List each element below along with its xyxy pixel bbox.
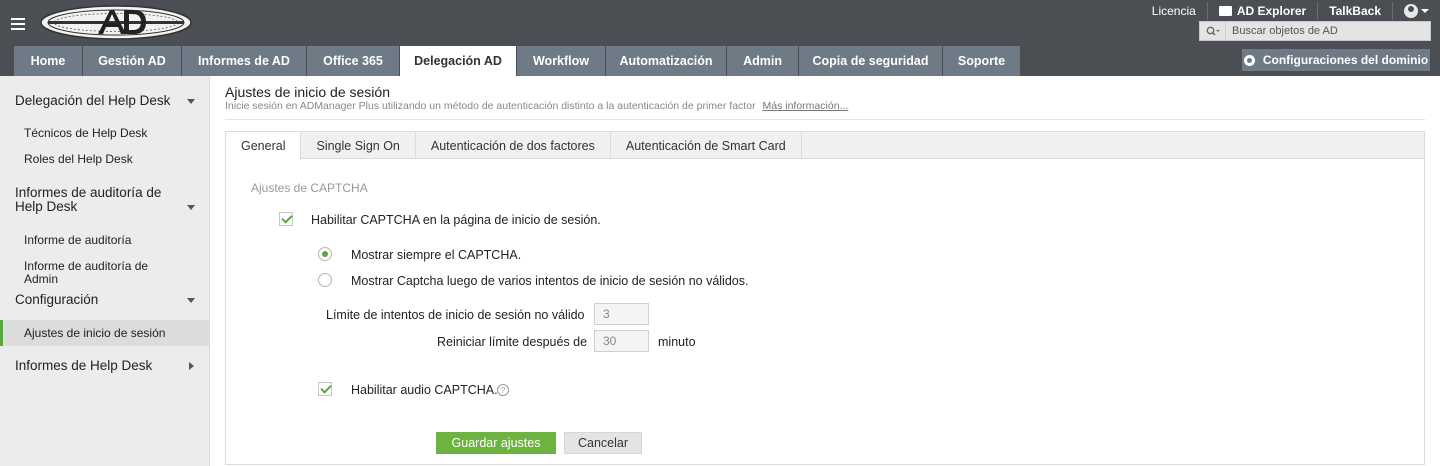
always-captcha-label: Mostrar siempre el CAPTCHA. <box>351 248 522 262</box>
hamburger-menu-icon[interactable] <box>11 18 25 30</box>
talkback-link[interactable]: TalkBack <box>1318 2 1393 20</box>
tab-automatizacion[interactable]: Automatización <box>606 46 726 76</box>
ad-explorer-link[interactable]: AD Explorer <box>1208 2 1319 20</box>
more-info-link[interactable]: Más información... <box>763 100 849 112</box>
save-button[interactable]: Guardar ajustes <box>436 432 556 454</box>
chevron-right-icon[interactable] <box>189 362 194 370</box>
tab-office-365[interactable]: Office 365 <box>307 46 399 76</box>
sidebar-item-roles[interactable]: Roles del Help Desk <box>24 153 194 166</box>
captcha-section-title: Ajustes de CAPTCHA <box>251 181 368 195</box>
tab-copia-seguridad[interactable]: Copia de seguridad <box>799 46 942 76</box>
folder-icon <box>1218 6 1232 16</box>
divider <box>225 119 1425 120</box>
page-title: Ajustes de inicio de sesión <box>225 84 390 100</box>
enable-captcha-checkbox[interactable] <box>279 212 293 226</box>
licencia-link[interactable]: Licencia <box>1141 2 1208 20</box>
sidebar-item-tecnicos[interactable]: Técnicos de Help Desk <box>24 127 194 140</box>
limit-input[interactable]: 3 <box>594 303 649 325</box>
sidebar-section-configuracion[interactable]: Configuración <box>15 293 185 307</box>
tab-informes-ad[interactable]: Informes de AD <box>182 46 306 76</box>
top-links: Licencia AD Explorer TalkBack <box>1141 2 1440 20</box>
search-icon[interactable] <box>1200 22 1226 40</box>
domain-settings-button[interactable]: Configuraciones del dominio <box>1242 49 1430 71</box>
sidebar-item-informe-auditoria[interactable]: Informe de auditoría <box>24 234 194 247</box>
sidebar-section-informes-auditoria[interactable]: Informes de auditoría de Help Desk <box>15 186 185 214</box>
cancel-button[interactable]: Cancelar <box>564 432 642 454</box>
audio-captcha-checkbox[interactable] <box>318 382 332 396</box>
sidebar-item-informe-auditoria-admin[interactable]: Informe de auditoría de Admin <box>24 260 174 286</box>
tab-admin[interactable]: Admin <box>727 46 798 76</box>
user-menu[interactable] <box>1393 2 1440 20</box>
tab-two-factor[interactable]: Autenticación de dos factores <box>416 132 611 159</box>
top-bar: Licencia AD Explorer TalkBack Home Gesti… <box>0 0 1440 76</box>
settings-tabs: General Single Sign On Autenticación de … <box>226 132 1424 160</box>
chevron-down-icon[interactable] <box>187 99 195 104</box>
domain-settings-label: Configuraciones del dominio <box>1262 53 1429 67</box>
help-icon[interactable]: ? <box>497 384 509 396</box>
search-input[interactable] <box>1226 22 1426 40</box>
reset-label: Reiniciar límite después de <box>437 335 588 349</box>
ad-explorer-label: AD Explorer <box>1236 4 1307 18</box>
sidebar-section-delegacion[interactable]: Delegación del Help Desk <box>15 94 185 108</box>
tab-workflow[interactable]: Workflow <box>517 46 605 76</box>
enable-captcha-label: Habilitar CAPTCHA en la página de inicio… <box>311 213 601 227</box>
audio-captcha-label: Habilitar audio CAPTCHA. <box>351 383 498 397</box>
search-box <box>1199 21 1431 41</box>
page-subtitle: Inicie sesión en ADManager Plus utilizan… <box>225 100 848 112</box>
chevron-down-icon[interactable] <box>187 205 195 210</box>
after-attempts-radio[interactable] <box>318 273 332 287</box>
sidebar-item-ajustes-inicio-sesion[interactable]: Ajustes de inicio de sesión <box>24 327 194 340</box>
main-nav-tabs: Home Gestión AD Informes de AD Office 36… <box>14 46 1021 76</box>
gear-icon <box>1243 54 1255 66</box>
admanager-logo[interactable] <box>40 5 192 40</box>
tab-general[interactable]: General <box>226 132 302 160</box>
tab-gestion-ad[interactable]: Gestión AD <box>83 46 181 76</box>
sidebar: Delegación del Help Desk Técnicos de Hel… <box>0 76 210 466</box>
tab-delegacion-ad[interactable]: Delegación AD <box>400 46 516 76</box>
reset-unit-label: minuto <box>658 335 696 349</box>
tab-smart-card[interactable]: Autenticación de Smart Card <box>611 132 802 159</box>
after-attempts-label: Mostrar Captcha luego de varios intentos… <box>351 274 749 288</box>
tab-home[interactable]: Home <box>14 46 82 76</box>
user-icon <box>1404 4 1418 18</box>
sidebar-section-informes-help-desk[interactable]: Informes de Help Desk <box>15 359 185 373</box>
page-subtitle-text: Inicie sesión en ADManager Plus utilizan… <box>225 100 756 112</box>
reset-input[interactable]: 30 <box>594 330 649 352</box>
always-captcha-radio[interactable] <box>318 247 332 261</box>
settings-panel: General Single Sign On Autenticación de … <box>225 131 1425 465</box>
limit-label: Límite de intentos de inicio de sesión n… <box>326 308 585 322</box>
chevron-down-icon <box>1421 9 1429 13</box>
chevron-down-icon[interactable] <box>187 298 195 303</box>
tab-soporte[interactable]: Soporte <box>943 46 1020 76</box>
tab-single-sign-on[interactable]: Single Sign On <box>301 132 416 159</box>
